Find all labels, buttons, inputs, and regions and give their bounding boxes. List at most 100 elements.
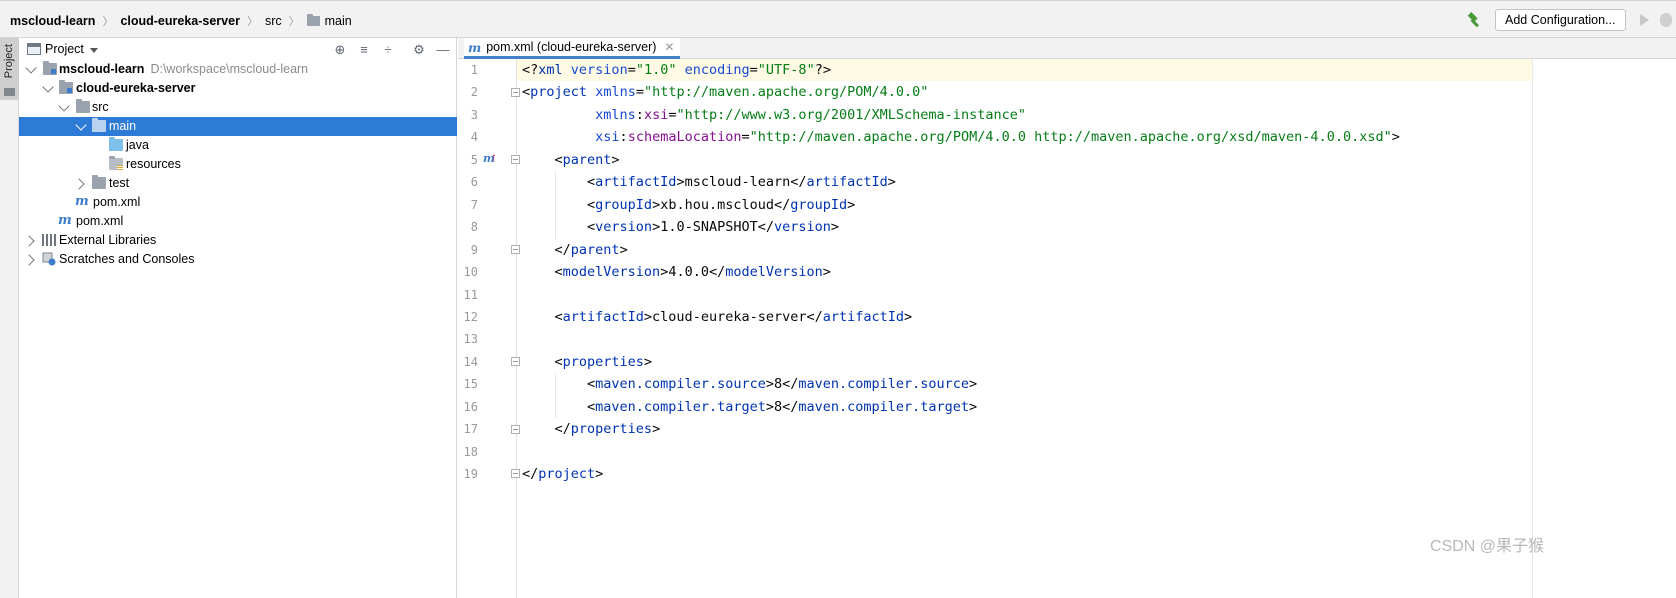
- right-margin-guide: [1532, 59, 1533, 598]
- tree-item-label: External Libraries: [59, 233, 157, 247]
- tree-item-resources[interactable]: resources: [19, 155, 457, 174]
- tree-item-label: mscloud-learn: [59, 62, 145, 76]
- watermark: CSDN @果子猴: [1430, 538, 1545, 555]
- breadcrumb-item-project[interactable]: mscloud-learn: [10, 14, 95, 28]
- line-number: 5: [470, 152, 478, 167]
- fold-marker-icon[interactable]: [511, 425, 520, 434]
- tree-item-label: cloud-eureka-server: [76, 81, 196, 95]
- folder-icon: [92, 118, 106, 132]
- resources-folder-icon: [109, 156, 123, 170]
- code-line: <groupId>xb.hou.mscloud</groupId>: [522, 196, 856, 213]
- folder-icon: [306, 14, 320, 26]
- tree-item-java[interactable]: java: [19, 136, 457, 155]
- run-icon[interactable]: [1640, 14, 1649, 26]
- folder-icon: [92, 175, 106, 189]
- line-number: 7: [470, 197, 478, 212]
- tree-item-scratches[interactable]: Scratches and Consoles: [19, 250, 457, 269]
- project-panel: Project ⊕ ≡ ÷ ⚙ — mscloud-learn D:\worksp…: [19, 38, 457, 598]
- module-folder-icon: [59, 80, 73, 94]
- line-number: 13: [463, 332, 478, 347]
- tree-item-test[interactable]: test: [19, 174, 457, 193]
- chevron-right-icon[interactable]: [73, 178, 85, 190]
- breadcrumb-item-module[interactable]: cloud-eureka-server: [120, 14, 240, 28]
- editor-tab-pom-xml[interactable]: m pom.xml (cloud-eureka-server) ✕: [464, 38, 681, 59]
- tree-item-label: Scratches and Consoles: [59, 252, 195, 266]
- chevron-down-icon[interactable]: [58, 100, 70, 112]
- maven-file-icon: m: [75, 194, 89, 209]
- fold-marker-icon[interactable]: [511, 155, 520, 164]
- scratches-icon: [42, 252, 56, 266]
- code-line: </project>: [522, 466, 604, 483]
- code-line: <modelVersion>4.0.0</modelVersion>: [522, 264, 831, 281]
- code-line: <properties>: [522, 353, 653, 370]
- fold-marker-icon[interactable]: [511, 88, 520, 97]
- code-line: <version>1.0-SNAPSHOT</version>: [522, 219, 840, 236]
- chevron-down-icon[interactable]: [75, 119, 87, 131]
- fold-marker-icon[interactable]: [511, 245, 520, 254]
- line-number: 3: [470, 107, 478, 122]
- collapse-all-icon[interactable]: ÷: [380, 42, 396, 58]
- code-line: <?xml version="1.0" encoding="UTF-8"?>: [522, 62, 831, 78]
- chevron-down-icon[interactable]: [25, 62, 37, 74]
- project-tool-window-tab[interactable]: Project: [0, 38, 19, 100]
- maven-file-icon: m: [58, 213, 72, 228]
- tree-item-module-pom[interactable]: m pom.xml: [19, 193, 457, 212]
- tree-item-mscloud-learn[interactable]: mscloud-learn D:\workspace\mscloud-learn: [19, 60, 457, 79]
- hide-panel-icon[interactable]: —: [435, 42, 451, 58]
- breadcrumb-separator: 〉: [102, 16, 114, 28]
- code-line: </parent>: [522, 241, 628, 258]
- line-number: 11: [463, 287, 478, 302]
- line-number: 1: [470, 63, 478, 77]
- line-number: 15: [463, 377, 478, 392]
- line-number: 19: [463, 467, 478, 482]
- maven-file-icon: m: [468, 39, 482, 55]
- line-number: 18: [463, 444, 478, 459]
- code-line: xmlns:xsi="http://www.w3.org/2001/XMLSch…: [595, 106, 1026, 123]
- code-editor[interactable]: m ↑ <?xml version="1.0" encoding="UTF-8"…: [458, 59, 1676, 598]
- project-window-icon: [27, 43, 41, 55]
- locate-file-icon[interactable]: ⊕: [332, 42, 348, 58]
- tree-item-main[interactable]: main: [19, 117, 457, 136]
- chevron-right-icon[interactable]: [23, 254, 35, 266]
- code-line: <maven.compiler.target>8</maven.compiler…: [522, 398, 978, 415]
- tree-item-label: test: [109, 176, 130, 190]
- chevron-down-icon[interactable]: [42, 81, 54, 93]
- module-folder-icon: [43, 61, 57, 75]
- line-number: 14: [463, 354, 478, 369]
- code-line: <project xmlns="http://maven.apache.org/…: [522, 84, 929, 101]
- gear-icon[interactable]: ⚙: [411, 42, 427, 58]
- tree-item-cloud-eureka-server[interactable]: cloud-eureka-server: [19, 79, 457, 98]
- debug-icon[interactable]: [1660, 13, 1672, 27]
- left-tool-strip: Project: [0, 38, 19, 598]
- tree-item-root-pom[interactable]: m pom.xml: [19, 212, 457, 231]
- line-number: 16: [463, 399, 478, 414]
- expand-all-icon[interactable]: ≡: [356, 42, 372, 58]
- folder-icon: [4, 88, 15, 96]
- build-hammer-icon[interactable]: [1465, 11, 1483, 29]
- add-configuration-button[interactable]: Add Configuration...: [1495, 9, 1626, 31]
- breadcrumb-item-src[interactable]: src: [265, 14, 282, 28]
- code-line: <parent>: [522, 151, 620, 168]
- chevron-right-icon[interactable]: [23, 235, 35, 247]
- fold-marker-icon[interactable]: [511, 469, 520, 478]
- folder-icon: [76, 99, 90, 113]
- close-icon[interactable]: ✕: [664, 40, 674, 54]
- code-line: xsi:schemaLocation="http://maven.apache.…: [595, 129, 1400, 146]
- project-panel-header: Project ⊕ ≡ ÷ ⚙ —: [19, 38, 457, 62]
- code-line: <artifactId>mscloud-learn</artifactId>: [522, 174, 896, 191]
- tree-item-src[interactable]: src: [19, 98, 457, 117]
- line-number: 2: [470, 85, 478, 100]
- breadcrumb-separator: 〉: [288, 16, 300, 28]
- navigation-bar: mscloud-learn 〉 cloud-eureka-server 〉 sr…: [0, 0, 1676, 38]
- tree-item-label: resources: [126, 157, 181, 171]
- breadcrumb-item-main[interactable]: main: [306, 14, 352, 28]
- tree-item-label: pom.xml: [76, 214, 124, 228]
- code-line: </properties>: [522, 421, 661, 438]
- code-line: <artifactId>cloud-eureka-server</artifac…: [522, 308, 913, 325]
- project-panel-title[interactable]: Project: [45, 42, 84, 56]
- breadcrumb-separator: 〉: [246, 16, 258, 28]
- chevron-down-icon[interactable]: [90, 48, 98, 53]
- line-number: 17: [463, 422, 478, 437]
- tree-item-external-libraries[interactable]: External Libraries: [19, 231, 457, 250]
- fold-marker-icon[interactable]: [511, 357, 520, 366]
